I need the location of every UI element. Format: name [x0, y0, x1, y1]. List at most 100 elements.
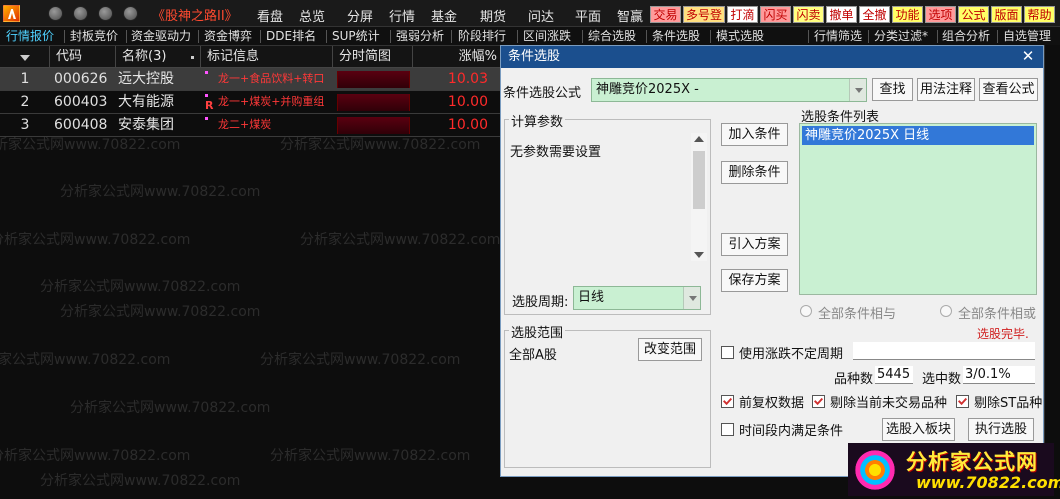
params-text: 无参数需要设置 [510, 145, 602, 160]
find-button[interactable]: 查找 [872, 78, 913, 101]
col-tag[interactable]: 标记信息 [201, 46, 333, 68]
change-pct: 10.00 [447, 94, 488, 110]
scope-title: 选股范围 [509, 322, 566, 341]
radio-all-and[interactable] [800, 305, 812, 317]
forward-icon[interactable] [73, 6, 88, 21]
tab-mode-select[interactable]: 模式选股 [716, 28, 764, 45]
stock-tag: 龙一+食品饮料+转口 [202, 68, 332, 91]
menu-pingmian[interactable]: 平面 [575, 6, 601, 25]
menu-hangqing[interactable]: 行情 [389, 6, 415, 25]
tab-watchlist[interactable]: 自选管理 [1003, 28, 1051, 45]
forward-adjust-checkbox[interactable] [721, 395, 734, 408]
refresh-icon[interactable] [98, 6, 113, 21]
options-button[interactable]: 选项 [925, 6, 956, 23]
table-row[interactable]: 2 600403 大有能源 R 龙一+煤炭+并购重组 10.00 [0, 91, 500, 114]
sparkline-chart [337, 94, 410, 111]
watermark-text: 分析家公式网www.70822.com [60, 304, 261, 320]
params-scrollbar[interactable] [691, 133, 707, 261]
formula-button[interactable]: 公式 [958, 6, 989, 23]
watermark-text: 分析家公式网www.70822.com [40, 279, 241, 295]
multi-login-button[interactable]: 多号登 [683, 6, 725, 23]
exclude-untraded-checkbox[interactable] [812, 395, 825, 408]
formula-select[interactable]: 神雕竞价2025X - [591, 78, 867, 102]
save-scheme-button[interactable]: 保存方案 [721, 269, 788, 292]
tab-dde-rank[interactable]: DDE排名 [266, 28, 316, 45]
menu-zhiying[interactable]: 智赢 [617, 6, 643, 25]
period-select[interactable]: 日线 [573, 286, 701, 310]
flash-sell-button[interactable]: 闪卖 [793, 6, 824, 23]
tab-stage-rank[interactable]: 阶段排行 [458, 28, 506, 45]
formula-label: 条件选股公式 [503, 86, 582, 101]
sort-dropdown[interactable] [0, 46, 50, 68]
tab-sup-stats[interactable]: SUP统计 [332, 28, 380, 45]
watermark-text: 分析家公式网www.70822.com [0, 232, 191, 248]
import-scheme-button[interactable]: 引入方案 [721, 233, 788, 256]
view-formula-button[interactable]: 查看公式 [979, 78, 1038, 101]
radio-all-or-label: 全部条件相或 [958, 307, 1037, 322]
tab-combo-analysis[interactable]: 组合分析 [942, 28, 990, 45]
cancel-order-button[interactable]: 撤单 [826, 6, 857, 23]
time-range-checkbox[interactable] [721, 423, 734, 436]
col-sparkline[interactable]: 分时简图 [333, 46, 413, 68]
menu-jijin[interactable]: 基金 [431, 6, 457, 25]
dadi-button[interactable]: 打滴 [727, 6, 758, 23]
execute-select-button[interactable]: 执行选股 [968, 418, 1034, 441]
menu-zonglan[interactable]: 总览 [299, 6, 325, 25]
col-name[interactable]: 名称(3) [116, 46, 201, 68]
usage-note-button[interactable]: 用法注释 [917, 78, 975, 101]
tab-range-change[interactable]: 区间涨跌 [523, 28, 571, 45]
stock-name: 安泰集团 [118, 117, 174, 133]
sparkline [335, 91, 413, 114]
col-code[interactable]: 代码 [50, 46, 116, 68]
title-bar: 《股神之路II》 看盘 总览 分屏 行情 基金 期货 问达 平面 智赢 交易 多… [0, 0, 1060, 27]
table-row[interactable]: 1 000626 远大控股 龙一+食品饮料+转口 10.03 [0, 68, 500, 91]
menu-wenda[interactable]: 问达 [528, 6, 554, 25]
use-period-checkbox[interactable] [721, 346, 734, 359]
tab-quote-filter[interactable]: 行情筛选 [814, 28, 862, 45]
tab-capital-drive[interactable]: 资金驱动力 [131, 28, 191, 45]
period-input[interactable] [853, 342, 1035, 360]
exclude-st-checkbox[interactable] [956, 395, 969, 408]
add-to-block-button[interactable]: 选股入板块 [882, 418, 955, 441]
table-row[interactable]: 3 600408 安泰集团 龙二+煤炭 10.00 [0, 114, 500, 137]
watermark-text: 分析家公式网www.70822.com [40, 473, 241, 489]
change-scope-button[interactable]: 改变范围 [638, 338, 702, 361]
tag-text: 龙二+煤炭 [218, 118, 272, 131]
watermark-text: 分析家公式网www.70822.com [0, 137, 181, 153]
condition-list[interactable]: 神雕竞价2025X 日线 [799, 123, 1037, 295]
radio-all-or[interactable] [940, 305, 952, 317]
col-change-pct[interactable]: 涨幅% [413, 46, 500, 68]
close-icon[interactable]: ✕ [1019, 47, 1037, 66]
tab-combined-select[interactable]: 综合选股 [588, 28, 636, 45]
menu-fenping[interactable]: 分屏 [347, 6, 373, 25]
change-pct: 10.03 [447, 71, 488, 87]
function-button[interactable]: 功能 [892, 6, 923, 23]
add-condition-button[interactable]: 加入条件 [721, 123, 788, 146]
layout-button[interactable]: 版面 [991, 6, 1022, 23]
forward-adjust-label: 前复权数据 [739, 396, 805, 411]
sparkline-chart [337, 71, 410, 88]
tab-capital-game[interactable]: 资金博弈 [204, 28, 252, 45]
flash-buy-button[interactable]: 闪买 [760, 6, 791, 23]
tab-quote[interactable]: 行情报价 [6, 28, 54, 45]
scope-group: 选股范围 全部A股 改变范围 [504, 322, 711, 468]
sparkline [335, 68, 413, 91]
watermark-text: 分析家公式网www.70822.com [260, 352, 461, 368]
watermark-text: 分析家公式网www.70822.com [0, 352, 171, 368]
cancel-all-button[interactable]: 全撤 [859, 6, 890, 23]
menu-kanpan[interactable]: 看盘 [257, 6, 283, 25]
delete-condition-button[interactable]: 删除条件 [721, 161, 788, 184]
back-icon[interactable] [48, 6, 63, 21]
tag-dot-icon [205, 117, 208, 120]
help-button[interactable]: 帮助 [1024, 6, 1055, 23]
tab-condition-select[interactable]: 条件选股 [652, 28, 700, 45]
menu-qihuo[interactable]: 期货 [480, 6, 506, 25]
tab-seal-bid[interactable]: 封板竞价 [70, 28, 118, 45]
trade-button[interactable]: 交易 [650, 6, 681, 23]
stock-name: 大有能源 [118, 94, 174, 110]
condition-list-item[interactable]: 神雕竞价2025X 日线 [802, 126, 1034, 145]
r-flag-icon: R [205, 99, 214, 112]
home-icon[interactable] [123, 6, 138, 21]
tab-strength[interactable]: 强弱分析 [396, 28, 444, 45]
tab-category-filter[interactable]: 分类过滤* [874, 28, 928, 45]
